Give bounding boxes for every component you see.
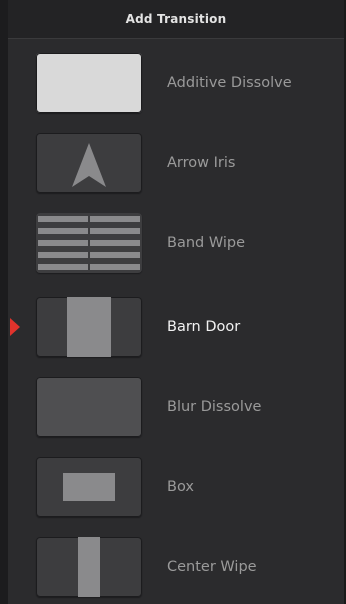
center-wipe-thumbnail-icon bbox=[36, 537, 142, 597]
transition-item-arrow-iris[interactable]: Arrow Iris bbox=[8, 127, 344, 199]
blur-dissolve-thumbnail-icon bbox=[36, 377, 142, 437]
transition-item-barn-door[interactable]: Barn Door bbox=[8, 291, 344, 363]
add-transition-panel: Add Transition Additive Dissolve Arrow I… bbox=[0, 0, 346, 604]
transition-label: Blur Dissolve bbox=[167, 399, 262, 415]
transition-label: Band Wipe bbox=[167, 235, 246, 251]
transition-item-additive-dissolve[interactable]: Additive Dissolve bbox=[8, 47, 344, 119]
transition-label: Arrow Iris bbox=[167, 155, 236, 171]
left-edge bbox=[0, 0, 8, 604]
arrow-iris-thumbnail-icon bbox=[36, 133, 142, 193]
transition-list: Additive Dissolve Arrow Iris Band Wipe B… bbox=[8, 39, 344, 604]
transition-label: Center Wipe bbox=[167, 559, 257, 575]
band-wipe-thumbnail-icon bbox=[36, 213, 142, 273]
transition-label: Barn Door bbox=[167, 319, 241, 335]
panel-title: Add Transition bbox=[8, 0, 344, 39]
transition-label: Box bbox=[167, 479, 194, 495]
barn-door-thumbnail-icon bbox=[36, 297, 142, 357]
box-thumbnail-icon bbox=[36, 457, 142, 517]
transition-item-box[interactable]: Box bbox=[8, 451, 344, 523]
transition-label: Additive Dissolve bbox=[167, 75, 292, 91]
transition-item-blur-dissolve[interactable]: Blur Dissolve bbox=[8, 371, 344, 443]
additive-dissolve-thumbnail-icon bbox=[36, 53, 142, 113]
transition-item-band-wipe[interactable]: Band Wipe bbox=[8, 207, 344, 279]
transition-item-center-wipe[interactable]: Center Wipe bbox=[8, 531, 344, 603]
